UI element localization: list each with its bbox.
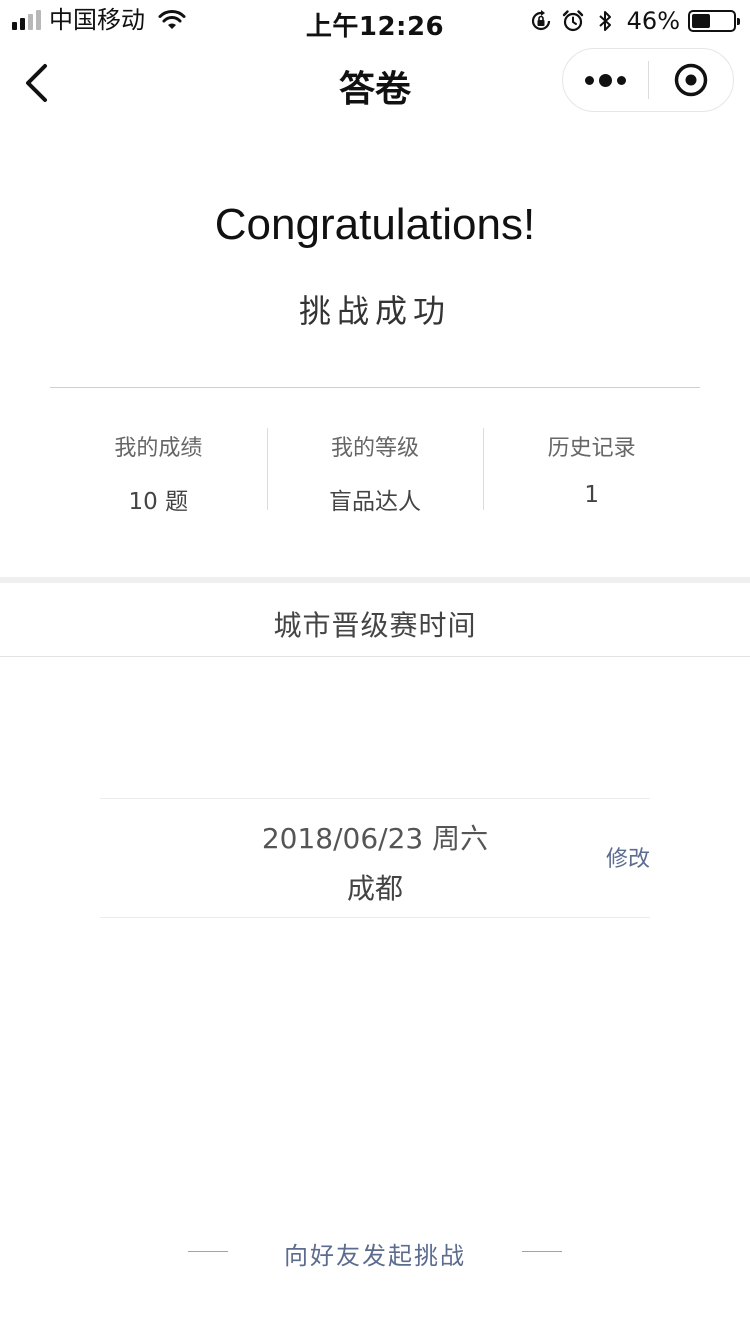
alarm-icon bbox=[562, 10, 583, 32]
more-dots-icon bbox=[585, 75, 594, 85]
status-bar: 中国移动 上午12:26 46% bbox=[0, 0, 750, 42]
mini-program-capsule bbox=[562, 48, 734, 112]
orientation-lock-icon bbox=[531, 10, 550, 31]
close-button[interactable] bbox=[649, 48, 733, 112]
stat-history[interactable]: 历史记录 1 bbox=[483, 428, 700, 510]
footer-line-right bbox=[522, 1251, 562, 1252]
event-row: 2018/06/23 周六 成都 修改 bbox=[100, 798, 650, 918]
challenge-friend-button[interactable]: 向好友发起挑战 bbox=[0, 1236, 750, 1271]
edit-button[interactable]: 修改 bbox=[606, 841, 650, 873]
stat-label: 我的等级 bbox=[331, 436, 420, 461]
nav-bar: 答卷 bbox=[0, 40, 750, 128]
bluetooth-icon bbox=[598, 11, 611, 31]
event-city: 成都 bbox=[346, 872, 403, 905]
battery-icon bbox=[688, 10, 740, 32]
more-button[interactable] bbox=[563, 48, 648, 112]
section-title: 城市晋级赛时间 bbox=[273, 609, 477, 642]
stats-row: 我的成绩 10 题 我的等级 盲品达人 历史记录 1 bbox=[50, 428, 700, 515]
stat-level: 我的等级 盲品达人 bbox=[266, 428, 484, 515]
congrats-heading: Congratulations! bbox=[214, 200, 536, 249]
stat-value: 1 bbox=[584, 482, 599, 508]
hero-divider bbox=[50, 387, 700, 388]
section-divider bbox=[0, 656, 750, 657]
stat-score: 我的成绩 10 题 bbox=[50, 428, 267, 515]
status-right: 46% bbox=[529, 7, 740, 35]
event-date: 2018/06/23 周六 bbox=[261, 822, 489, 855]
stat-label: 历史记录 bbox=[547, 436, 636, 461]
stat-value: 盲品达人 bbox=[329, 489, 421, 515]
stat-value: 10 题 bbox=[128, 489, 189, 515]
close-target-icon bbox=[674, 63, 708, 97]
result-subtitle: 挑战成功 bbox=[298, 292, 451, 330]
battery-percent: 46% bbox=[626, 7, 680, 35]
section-separator bbox=[0, 577, 750, 583]
stat-label: 我的成绩 bbox=[114, 436, 203, 461]
challenge-footer: 向好友发起挑战 bbox=[0, 1236, 750, 1271]
